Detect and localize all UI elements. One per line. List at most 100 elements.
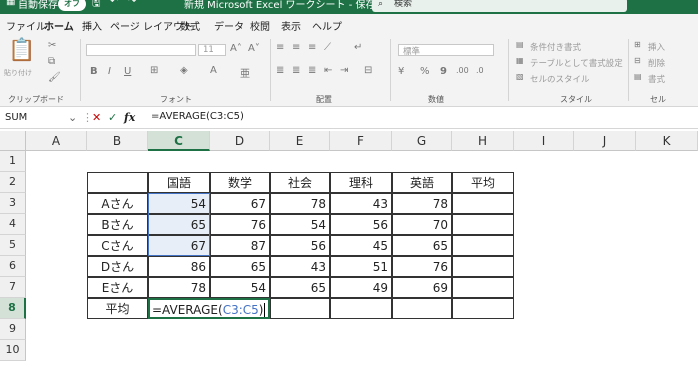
cell-b3[interactable]: Aさん	[87, 193, 148, 214]
cell-c7[interactable]: 78	[148, 277, 210, 298]
cell-g5[interactable]: 65	[392, 235, 452, 256]
cancel-icon[interactable]: ✕	[92, 111, 101, 124]
column-header-j[interactable]: J	[574, 131, 636, 151]
row-header-2[interactable]: 2	[0, 172, 26, 193]
orientation-icon[interactable]: ⟋	[324, 42, 331, 53]
tab-help[interactable]: ヘルプ	[312, 18, 342, 33]
column-header-k[interactable]: K	[636, 131, 698, 151]
column-header-d[interactable]: D	[210, 131, 270, 151]
tab-insert[interactable]: 挿入	[82, 18, 102, 33]
tab-review[interactable]: 校閲	[250, 18, 270, 33]
cell-g4[interactable]: 70	[392, 214, 452, 235]
delete-cells-button[interactable]: 削除	[648, 57, 665, 69]
row-header-7[interactable]: 7	[0, 277, 26, 298]
cell-e2[interactable]: 社会	[270, 172, 330, 193]
cell-h3[interactable]	[452, 193, 514, 214]
autosave-toggle[interactable]: オフ	[58, 0, 86, 11]
cell-f2[interactable]: 理科	[330, 172, 392, 193]
cell-c3[interactable]: 54	[148, 193, 210, 214]
cell-c2[interactable]: 国語	[148, 172, 210, 193]
format-cells-button[interactable]: 書式	[648, 73, 665, 85]
column-header-f[interactable]: F	[330, 131, 392, 151]
row-header-8[interactable]: 8	[0, 298, 26, 319]
align-bottom-icon[interactable]: ≡	[308, 42, 316, 53]
cell-d4[interactable]: 76	[210, 214, 270, 235]
cell-c4[interactable]: 65	[148, 214, 210, 235]
column-header-e[interactable]: E	[270, 131, 330, 151]
format-painter-icon[interactable]: 🖌	[48, 72, 61, 83]
merge-center-icon[interactable]: ⊟	[364, 65, 372, 76]
cell-e5[interactable]: 56	[270, 235, 330, 256]
align-top-icon[interactable]: ≡	[276, 42, 284, 53]
row-header-9[interactable]: 9	[0, 319, 26, 340]
fill-color-icon[interactable]: ◈	[180, 65, 188, 76]
tab-data[interactable]: データ	[214, 18, 244, 33]
cell-g3[interactable]: 78	[392, 193, 452, 214]
format-as-table-button[interactable]: テーブルとして書式設定	[530, 57, 623, 69]
active-cell-c8[interactable]: =AVERAGE(C3:C5)	[148, 298, 270, 319]
cell-f3[interactable]: 43	[330, 193, 392, 214]
phonetic-icon[interactable]: 亜	[240, 65, 250, 80]
formula-input[interactable]: =AVERAGE(C3:C5)	[151, 111, 244, 122]
decrease-font-icon[interactable]: A˅	[248, 43, 260, 54]
cell-h8[interactable]	[452, 298, 514, 319]
cell-d5[interactable]: 87	[210, 235, 270, 256]
cell-d7[interactable]: 54	[210, 277, 270, 298]
enter-icon[interactable]: ✓	[108, 111, 117, 124]
cell-f8[interactable]	[330, 298, 392, 319]
cell-f6[interactable]: 51	[330, 256, 392, 277]
cell-d2[interactable]: 数学	[210, 172, 270, 193]
decrease-decimal-icon[interactable]: .0	[476, 66, 484, 75]
cell-b5[interactable]: Cさん	[87, 235, 148, 256]
outdent-icon[interactable]: ⇥	[340, 65, 348, 76]
accounting-icon[interactable]: ¥	[398, 66, 404, 77]
row-header-4[interactable]: 4	[0, 214, 26, 235]
font-size-select[interactable]: 11	[198, 44, 226, 56]
column-header-g[interactable]: G	[392, 131, 452, 151]
paste-label[interactable]: 貼り付け	[4, 68, 32, 78]
conditional-format-button[interactable]: 条件付き書式	[530, 41, 581, 53]
cell-d6[interactable]: 65	[210, 256, 270, 277]
percent-button[interactable]: %	[420, 66, 430, 77]
cell-g2[interactable]: 英語	[392, 172, 452, 193]
cell-g7[interactable]: 69	[392, 277, 452, 298]
cell-f5[interactable]: 45	[330, 235, 392, 256]
column-header-c[interactable]: C	[148, 131, 210, 151]
cell-e6[interactable]: 43	[270, 256, 330, 277]
column-header-h[interactable]: H	[452, 131, 514, 151]
cell-h2[interactable]: 平均	[452, 172, 514, 193]
italic-button[interactable]: I	[108, 66, 111, 77]
copy-icon[interactable]: ⧉	[48, 56, 55, 67]
row-header-6[interactable]: 6	[0, 256, 26, 277]
underline-button[interactable]: U	[124, 66, 131, 77]
search-input[interactable]: ⌕ 検索	[372, 0, 627, 12]
align-center-icon[interactable]: ≣	[292, 65, 300, 76]
tab-formulas[interactable]: 数式	[180, 18, 200, 33]
cell-h5[interactable]	[452, 235, 514, 256]
cell-c6[interactable]: 86	[148, 256, 210, 277]
row-header-1[interactable]: 1	[0, 151, 26, 172]
indent-icon[interactable]: ⇤	[324, 65, 332, 76]
undo-icon[interactable]: ↶	[110, 0, 118, 7]
wrap-text-icon[interactable]: ↵	[354, 42, 362, 53]
name-box[interactable]: SUM	[2, 110, 42, 126]
increase-decimal-icon[interactable]: .00	[456, 66, 469, 75]
select-all-corner[interactable]	[0, 131, 26, 151]
border-icon[interactable]: ⊞	[150, 65, 158, 76]
function-icon[interactable]: fx	[124, 111, 135, 124]
increase-font-icon[interactable]: A˄	[230, 43, 242, 54]
cell-c5[interactable]: 67	[148, 235, 210, 256]
cell-b8[interactable]: 平均	[87, 298, 148, 319]
cell-g6[interactable]: 76	[392, 256, 452, 277]
cell-b7[interactable]: Eさん	[87, 277, 148, 298]
comma-button[interactable]: 9	[440, 66, 447, 77]
redo-icon[interactable]: ↷	[128, 0, 136, 7]
insert-cells-button[interactable]: 挿入	[648, 41, 665, 53]
namebox-dropdown-icon[interactable]: ⌄	[68, 111, 77, 124]
tab-file[interactable]: ファイル	[6, 18, 46, 33]
align-right-icon[interactable]: ≣	[308, 65, 316, 76]
cell-f7[interactable]: 49	[330, 277, 392, 298]
save-icon[interactable]: 🖫	[92, 0, 101, 13]
bold-button[interactable]: B	[90, 66, 98, 77]
cell-d3[interactable]: 67	[210, 193, 270, 214]
